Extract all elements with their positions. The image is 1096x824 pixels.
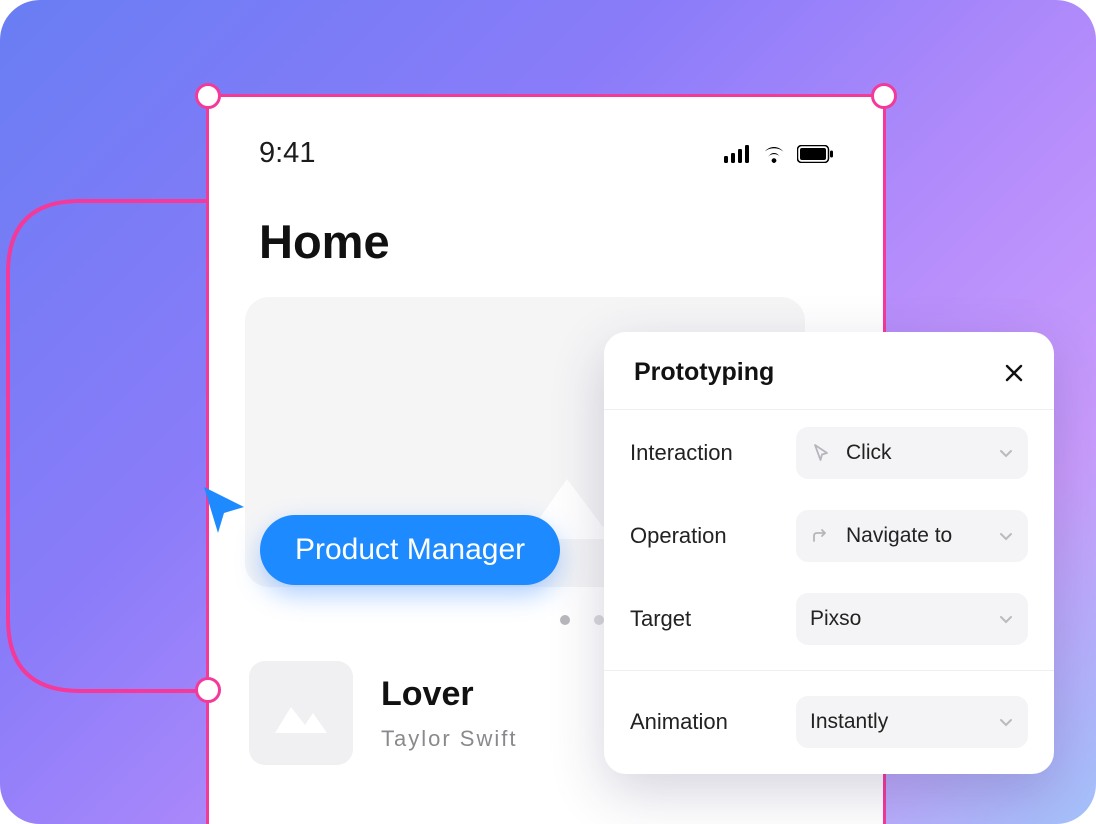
canvas-stage: 9:41 Home Lover Taylor Swift	[0, 0, 1096, 824]
close-button[interactable]	[1004, 363, 1024, 383]
select-value: Click	[846, 441, 892, 465]
collaborator-label: Product Manager	[260, 515, 560, 585]
animation-select[interactable]: Instantly	[796, 696, 1028, 748]
song-thumbnail	[249, 661, 353, 765]
panel-title: Prototyping	[634, 358, 774, 387]
field-label: Interaction	[630, 440, 733, 466]
cursor-icon	[200, 483, 248, 535]
close-icon	[1004, 363, 1024, 383]
page-title: Home	[209, 170, 883, 297]
resize-handle[interactable]	[871, 83, 897, 109]
field-label: Target	[630, 606, 691, 632]
collaborator-cursor: Product Manager	[200, 483, 560, 585]
song-artist: Taylor Swift	[381, 726, 517, 752]
select-value: Pixso	[810, 607, 861, 631]
resize-handle[interactable]	[195, 677, 221, 703]
target-select[interactable]: Pixso	[796, 593, 1028, 645]
chevron-down-icon	[998, 528, 1014, 544]
operation-select[interactable]: Navigate to	[796, 510, 1028, 562]
field-label: Operation	[630, 523, 727, 549]
interaction-select[interactable]: Click	[796, 427, 1028, 479]
battery-icon	[797, 145, 833, 163]
divider	[604, 670, 1054, 671]
chevron-down-icon	[998, 714, 1014, 730]
select-value: Instantly	[810, 710, 888, 734]
chevron-down-icon	[998, 611, 1014, 627]
dot[interactable]	[560, 615, 570, 625]
dot[interactable]	[594, 615, 604, 625]
cursor-click-icon	[810, 442, 832, 464]
select-value: Navigate to	[846, 524, 952, 548]
status-time: 9:41	[259, 137, 315, 170]
chevron-down-icon	[998, 445, 1014, 461]
navigate-icon	[810, 525, 832, 547]
resize-handle[interactable]	[195, 83, 221, 109]
song-title: Lover	[381, 675, 517, 714]
wifi-icon	[761, 144, 787, 164]
status-bar: 9:41	[209, 97, 883, 170]
image-placeholder-icon	[275, 693, 327, 733]
cellular-icon	[724, 145, 751, 163]
field-label: Animation	[630, 709, 728, 735]
prototyping-panel: Prototyping Interaction Click Operation …	[604, 332, 1054, 774]
